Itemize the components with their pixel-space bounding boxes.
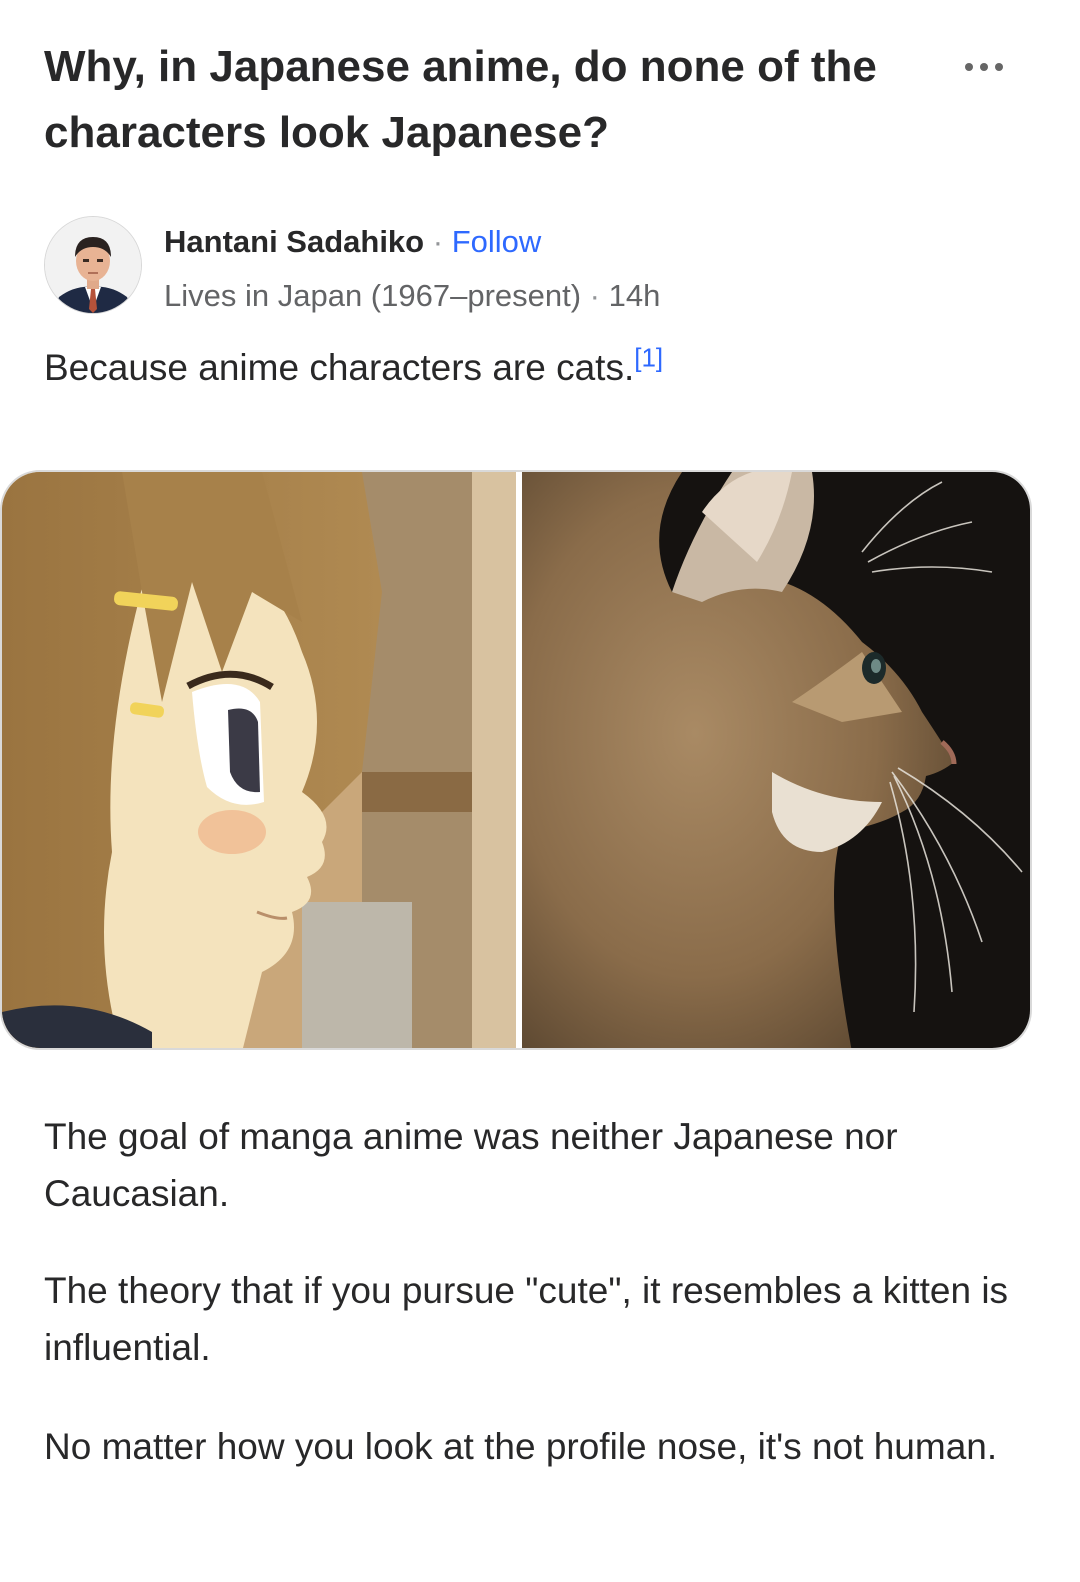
person-portrait-icon: [45, 217, 141, 313]
more-horizontal-icon: [965, 63, 973, 71]
more-options-button[interactable]: [954, 52, 1014, 82]
answer-intro: Because anime characters are cats.[1]: [44, 340, 1034, 396]
author-line: Hantani Sadahiko · Follow: [164, 220, 541, 264]
cat-profile-image: [522, 472, 1030, 1048]
answer-paragraph: The theory that if you pursue "cute", it…: [44, 1270, 1009, 1368]
more-dot: [980, 63, 988, 71]
more-dot: [995, 63, 1003, 71]
question-title[interactable]: Why, in Japanese anime, do none of the c…: [44, 34, 924, 166]
question-header: Why, in Japanese anime, do none of the c…: [44, 34, 1034, 184]
answer-image[interactable]: [0, 470, 1032, 1050]
author-name[interactable]: Hantani Sadahiko: [164, 224, 424, 259]
anime-girl-profile-image: [2, 472, 516, 1048]
separator-dot: ·: [589, 278, 600, 313]
author-credential[interactable]: Lives in Japan (1967–present): [164, 278, 581, 313]
footnote-link[interactable]: [1]: [634, 343, 663, 373]
follow-button[interactable]: Follow: [452, 224, 542, 259]
answer-author: Hantani Sadahiko · Follow Lives in Japan…: [44, 216, 1034, 316]
separator-dot: ·: [432, 224, 444, 259]
answer-timestamp[interactable]: 14h: [609, 278, 661, 313]
answer-paragraph: No matter how you look at the profile no…: [44, 1426, 998, 1467]
answer-paragraph: The goal of manga anime was neither Japa…: [44, 1116, 898, 1214]
author-credential-line: Lives in Japan (1967–present) · 14h: [164, 274, 660, 318]
answer-intro-text: Because anime characters are cats.: [44, 347, 635, 388]
author-avatar[interactable]: [44, 216, 142, 314]
